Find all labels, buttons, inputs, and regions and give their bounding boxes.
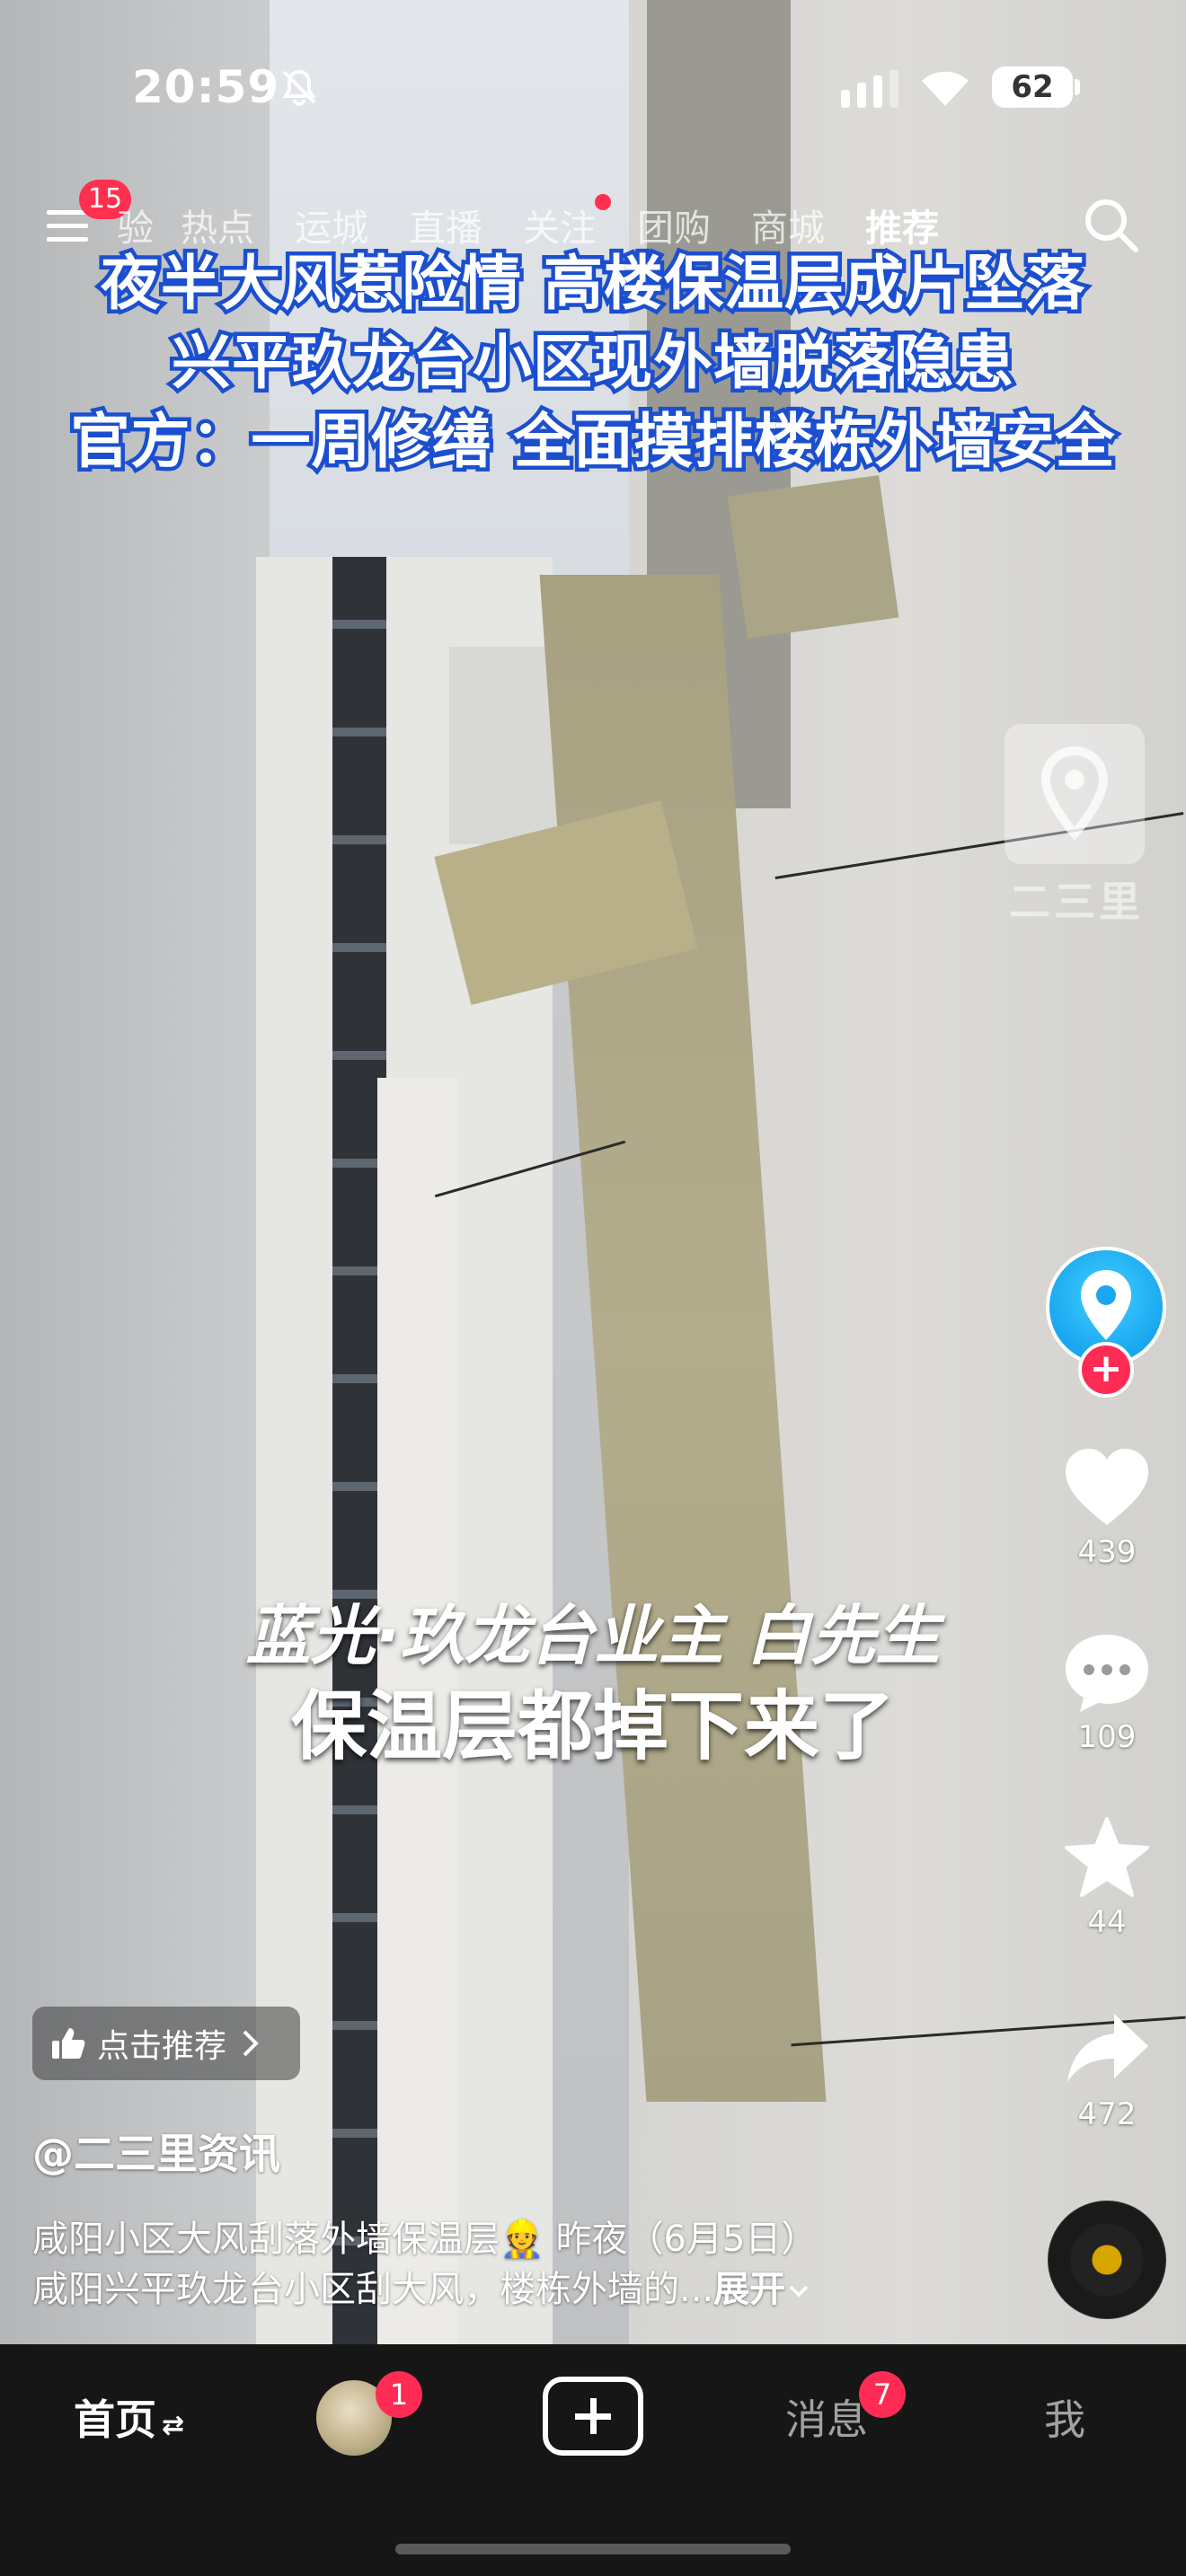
wifi-icon bbox=[922, 71, 969, 106]
tab-home[interactable]: 首页 ⇄ bbox=[74, 2387, 184, 2447]
description-line-1: 咸阳小区大风刮落外墙保温层👷 昨夜（6月5日） bbox=[32, 2219, 818, 2260]
chevron-right-icon bbox=[243, 2030, 259, 2057]
description-line-2: 咸阳兴平玖龙台小区刮大风，楼栋外墙的...展开 bbox=[32, 2260, 810, 2312]
battery-level: 62 bbox=[1011, 69, 1054, 105]
comment-button[interactable]: 109 bbox=[1033, 1631, 1181, 1755]
location-pin-icon bbox=[1040, 745, 1109, 841]
create-button[interactable] bbox=[543, 2377, 643, 2456]
friends-badge: 1 bbox=[376, 2371, 422, 2418]
comment-icon bbox=[1066, 1635, 1148, 1712]
favorite-button[interactable]: 44 bbox=[1033, 1816, 1181, 1940]
battery-icon: 62 bbox=[992, 66, 1073, 108]
video-headline-line-1: 夜半大风惹险情 高楼保温层成片坠落 bbox=[97, 245, 1089, 322]
favorite-count: 44 bbox=[1087, 1904, 1127, 1940]
messages-badge: 7 bbox=[859, 2371, 906, 2418]
tab-messages[interactable]: 消息 bbox=[785, 2387, 868, 2447]
share-arrow-icon bbox=[1067, 2014, 1148, 2082]
video-headline-line-2: 兴平玖龙台小区现外墙脱落隐患 bbox=[168, 324, 1018, 401]
bottom-tab-bar: 首页 ⇄ 1 消息 7 我 bbox=[0, 2344, 1186, 2576]
like-button[interactable]: 439 bbox=[1033, 1446, 1181, 1570]
like-count: 439 bbox=[1077, 1534, 1137, 1570]
refresh-swap-icon: ⇄ bbox=[162, 2410, 185, 2441]
comment-count: 109 bbox=[1077, 1719, 1137, 1755]
app-screen: 20:59 62 15 验 热点 运城 直播 关注 团购 商城 推荐 夜半大风惹… bbox=[0, 0, 1186, 2576]
watermark: 二三里 bbox=[1005, 724, 1148, 926]
watermark-logo bbox=[1005, 724, 1145, 864]
status-time: 20:59 bbox=[132, 61, 280, 113]
watermark-text: 二三里 bbox=[1009, 878, 1144, 926]
share-button[interactable]: 472 bbox=[1033, 2008, 1181, 2132]
video-insulation-chunk-top bbox=[727, 474, 899, 640]
video-subtitle-speaker: 蓝光·玖龙台业主 白先生 bbox=[245, 1598, 941, 1673]
video-subtitle-quote: 保温层都掉下来了 bbox=[290, 1682, 895, 1770]
expand-link[interactable]: 展开 bbox=[713, 2269, 810, 2310]
share-count: 472 bbox=[1077, 2096, 1137, 2132]
music-disc[interactable] bbox=[1048, 2201, 1166, 2319]
action-rail: + 439 109 44 472 bbox=[1033, 1239, 1186, 2319]
battery-tip bbox=[1075, 79, 1080, 95]
video-headline-line-3: 官方：一周修缮 全面摸排楼栋外墙安全 bbox=[66, 403, 1119, 481]
recommend-label: 点击推荐 bbox=[97, 2028, 227, 2065]
status-bar: 20:59 62 bbox=[0, 0, 1186, 162]
thumbs-up-icon bbox=[52, 2028, 85, 2059]
signal-icon bbox=[841, 70, 898, 108]
author-handle[interactable]: @二三里资讯 bbox=[32, 2122, 280, 2181]
follow-button[interactable]: + bbox=[1078, 1342, 1134, 1398]
tab-me[interactable]: 我 bbox=[1044, 2387, 1085, 2447]
chevron-down-icon bbox=[789, 2285, 809, 2298]
unread-dot bbox=[595, 194, 611, 210]
plus-icon-horizontal bbox=[575, 2413, 611, 2420]
description-text: 咸阳兴平玖龙台小区刮大风，楼栋外墙的... bbox=[32, 2269, 714, 2310]
bell-off-icon bbox=[282, 69, 316, 106]
star-icon bbox=[1065, 1817, 1149, 1897]
heart-icon bbox=[1066, 1449, 1148, 1525]
recommend-chip[interactable]: 点击推荐 bbox=[32, 2007, 300, 2080]
home-indicator bbox=[395, 2544, 791, 2554]
tab-home-label: 首页 bbox=[74, 2395, 156, 2444]
expand-label: 展开 bbox=[713, 2269, 786, 2310]
